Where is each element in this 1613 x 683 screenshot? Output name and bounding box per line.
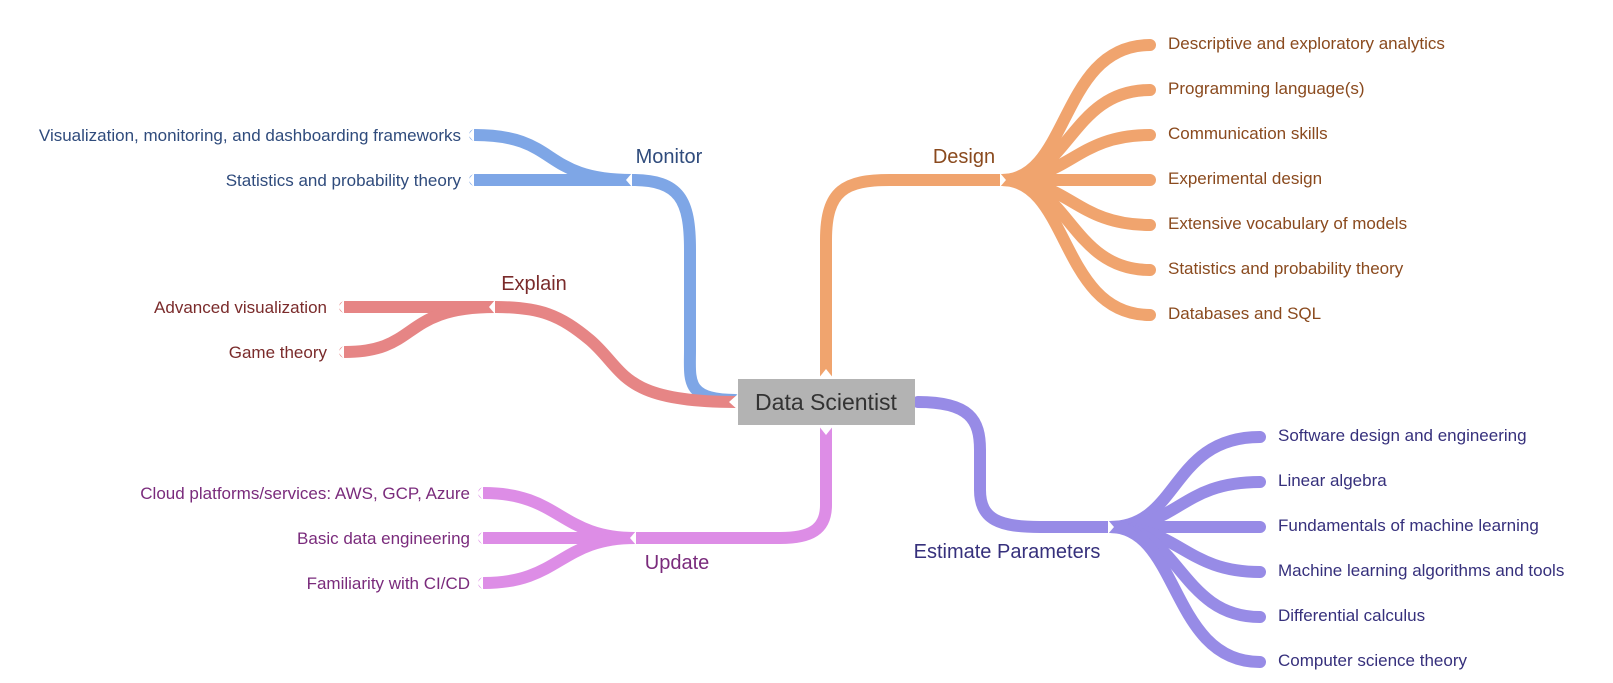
leaf-label-estimate-2[interactable]: Linear algebra (1278, 471, 1387, 490)
mind-map: Data Scientist Monitor Explain Update De… (39, 34, 1564, 670)
leaf-label-update-1[interactable]: Cloud platforms/services: AWS, GCP, Azur… (140, 484, 470, 503)
leaf-label-update-3[interactable]: Familiarity with CI/CD (307, 574, 470, 593)
arrow-tip-explain-item-2 (338, 345, 344, 359)
connector-center-update (629, 419, 832, 544)
mind-map-connectors (339, 39, 1266, 668)
connector-monitor-item-1 (469, 129, 638, 186)
leaf-label-design-7[interactable]: Databases and SQL (1168, 304, 1321, 323)
arrow-tip-monitor-item-1 (468, 128, 474, 142)
leaf-label-design-4[interactable]: Experimental design (1168, 169, 1322, 188)
connector-center-estimate (912, 396, 1116, 533)
arrow-tip-update-item-2 (477, 531, 483, 545)
arrow-tip-update-item-3 (477, 576, 483, 590)
leaf-label-estimate-1[interactable]: Software design and engineering (1278, 426, 1527, 445)
arrow-tip-monitor-item-2 (468, 173, 474, 187)
branch-label-explain[interactable]: Explain (501, 273, 567, 295)
connector-update-item-3 (478, 532, 641, 589)
leaf-label-monitor-2[interactable]: Statistics and probability theory (226, 171, 462, 190)
branch-label-estimate-parameters[interactable]: Estimate Parameters (914, 541, 1101, 563)
arrow-tip-update-item-1 (477, 486, 483, 500)
leaf-label-design-5[interactable]: Extensive vocabulary of models (1168, 214, 1407, 233)
center-node[interactable]: Data Scientist (729, 369, 915, 435)
leaf-label-explain-1[interactable]: Advanced visualization (154, 298, 327, 317)
branch-label-design[interactable]: Design (933, 146, 995, 168)
leaf-label-design-3[interactable]: Communication skills (1168, 124, 1328, 143)
connector-center-design (820, 174, 1008, 381)
arrow-tip-explain-item-1 (338, 300, 344, 314)
branch-label-monitor[interactable]: Monitor (636, 146, 703, 168)
leaf-label-estimate-5[interactable]: Differential calculus (1278, 606, 1425, 625)
center-node-label: Data Scientist (755, 389, 898, 415)
leaf-label-design-6[interactable]: Statistics and probability theory (1168, 259, 1404, 278)
leaf-label-update-2[interactable]: Basic data engineering (297, 529, 470, 548)
leaf-label-design-1[interactable]: Descriptive and exploratory analytics (1168, 34, 1445, 53)
connector-design-item-3 (996, 129, 1156, 186)
branch-label-update[interactable]: Update (645, 552, 710, 574)
leaf-label-estimate-4[interactable]: Machine learning algorithms and tools (1278, 561, 1564, 580)
leaf-label-explain-2[interactable]: Game theory (229, 343, 328, 362)
leaf-label-estimate-3[interactable]: Fundamentals of machine learning (1278, 516, 1539, 535)
leaf-label-monitor-1[interactable]: Visualization, monitoring, and dashboard… (39, 126, 461, 145)
node-labels: Monitor Explain Update Design Estimate P… (39, 34, 1564, 670)
connector-estimate-item-2 (1104, 476, 1266, 533)
leaf-label-estimate-6[interactable]: Computer science theory (1278, 651, 1467, 670)
connector-update-item-1 (478, 487, 641, 544)
leaf-label-design-2[interactable]: Programming language(s) (1168, 79, 1365, 98)
connector-explain-item-2 (339, 301, 501, 358)
connector-center-monitor (626, 174, 741, 406)
